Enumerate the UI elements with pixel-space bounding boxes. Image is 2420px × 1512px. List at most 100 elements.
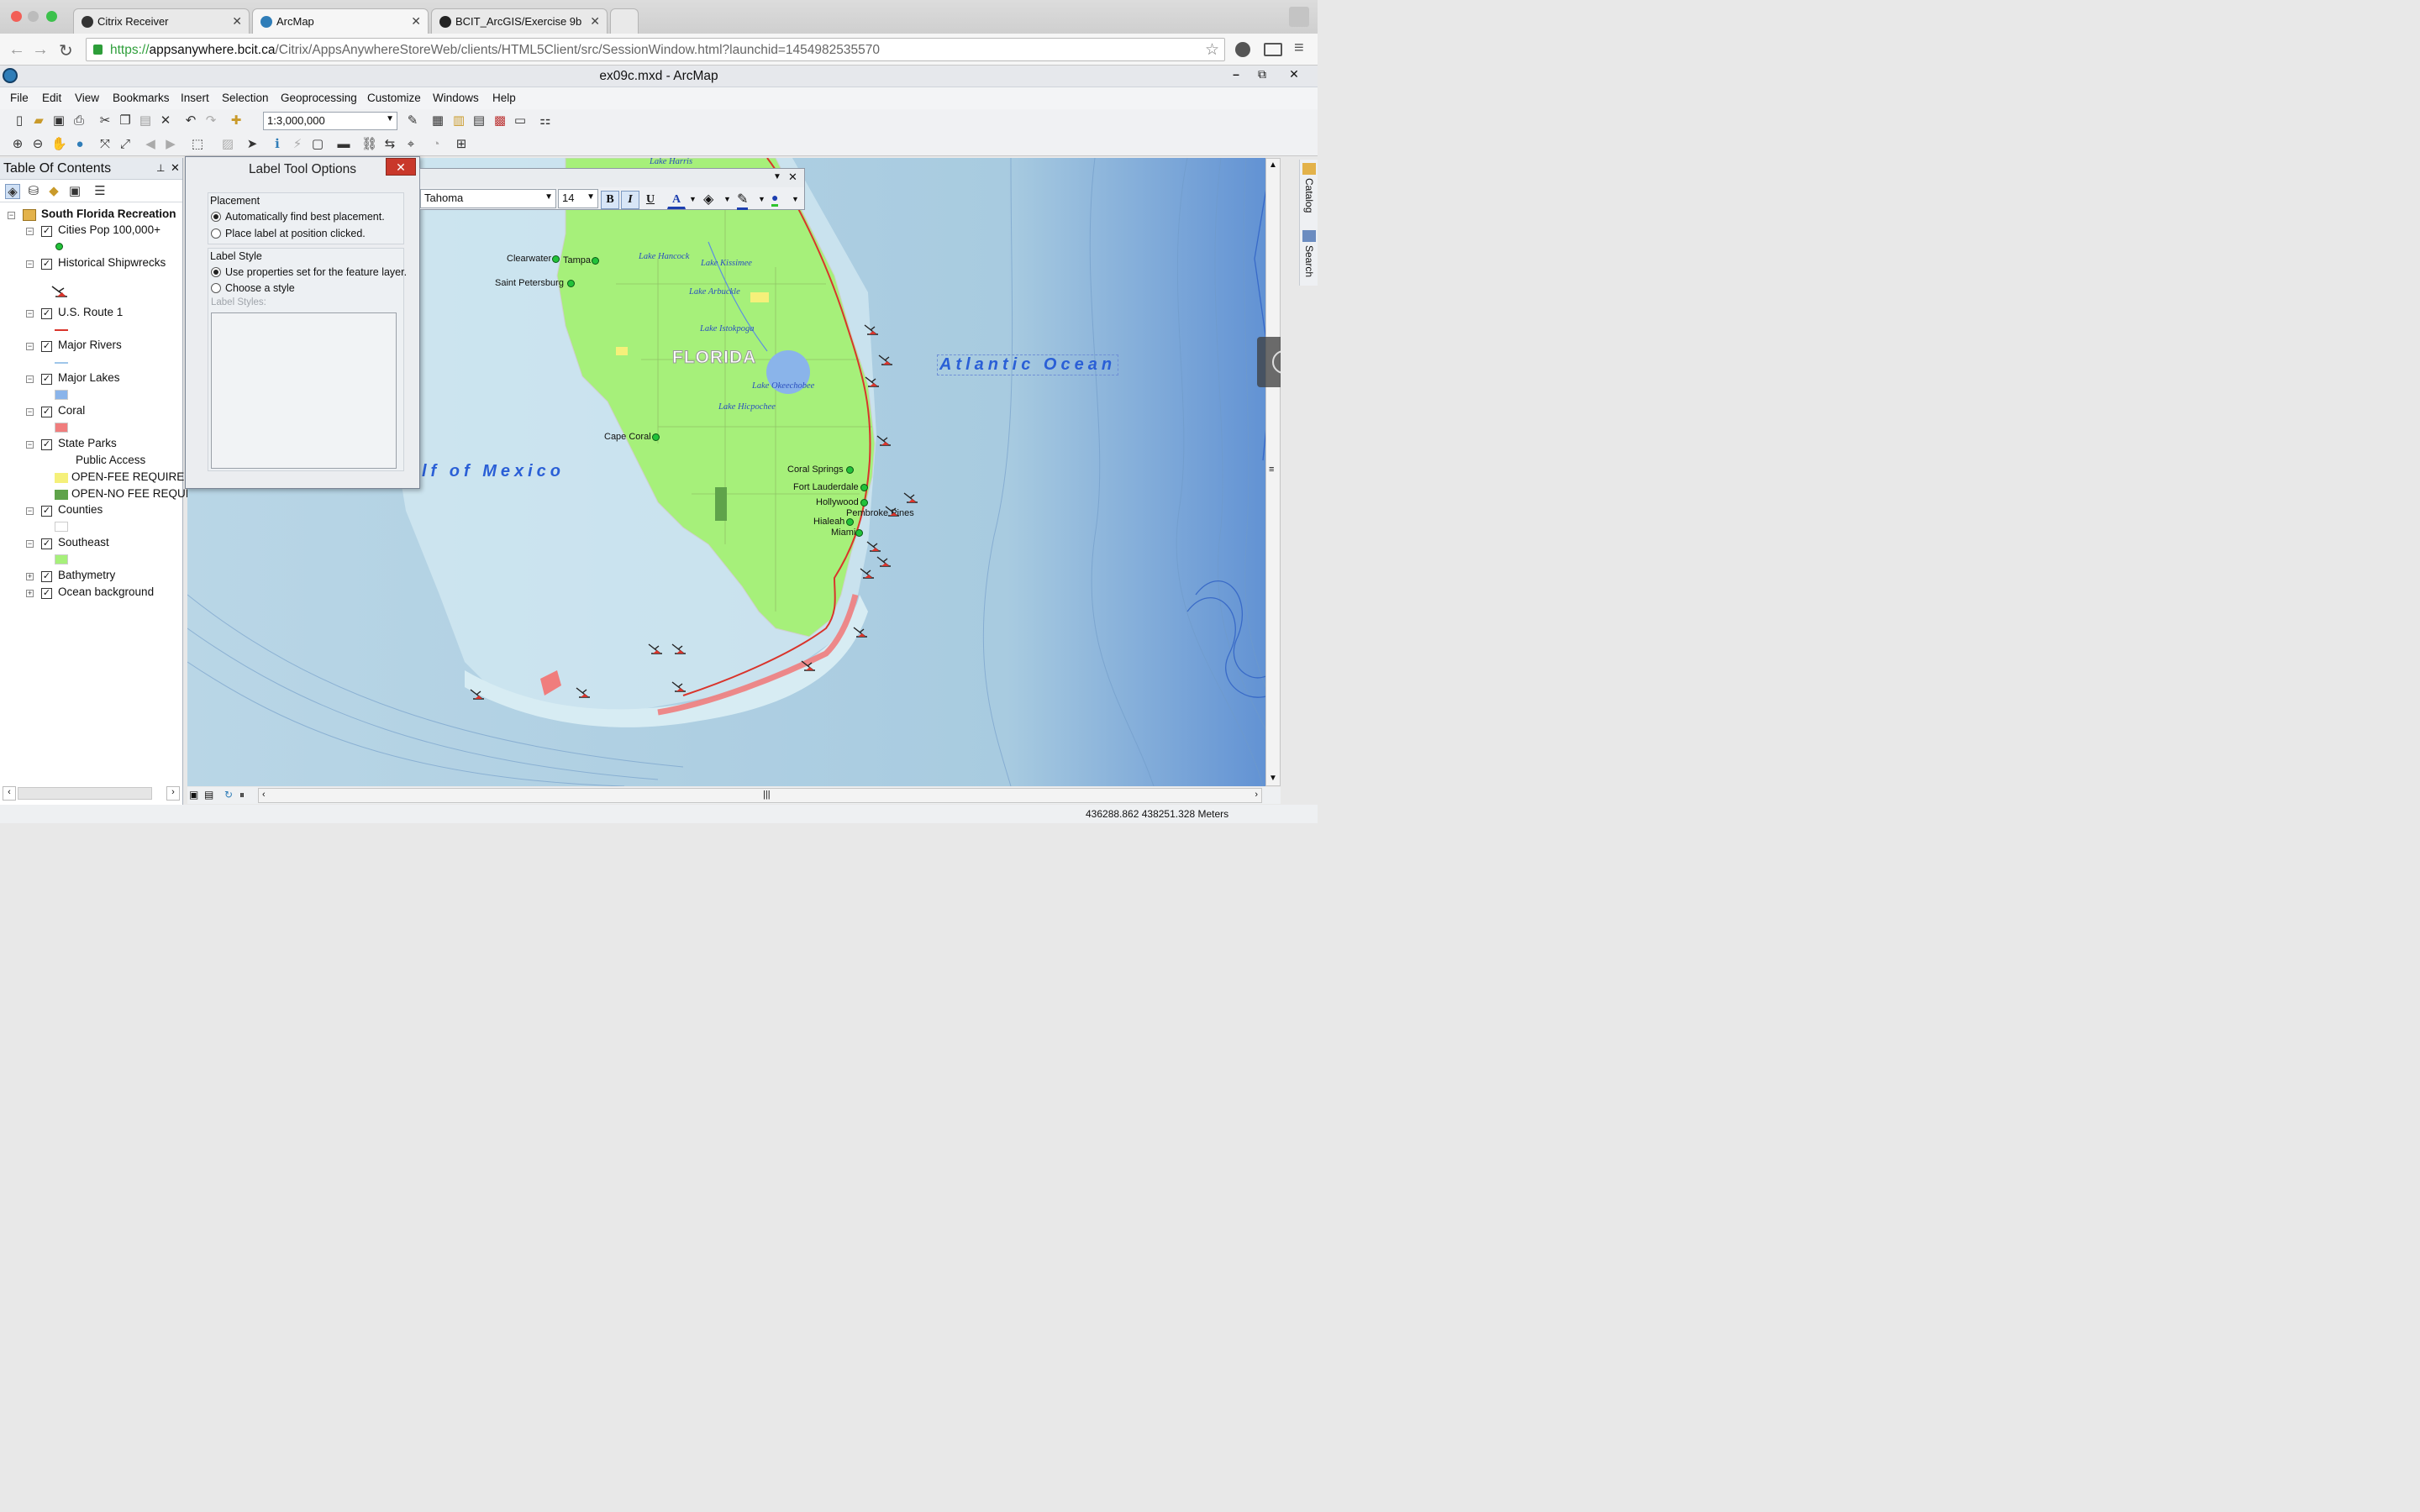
city-marker[interactable] [855, 529, 863, 537]
city-marker[interactable] [860, 499, 868, 507]
layer-visibility-checkbox[interactable]: ✓ [41, 259, 52, 270]
close-tab-icon[interactable]: ✕ [590, 14, 600, 29]
shipwreck-marker[interactable] [853, 627, 868, 638]
fill-color-icon[interactable]: ◈ [703, 191, 713, 207]
marker-color-icon[interactable]: ● [771, 191, 779, 207]
scroll-down-icon[interactable]: ▼ [1269, 774, 1277, 783]
scroll-right-icon[interactable]: › [166, 786, 180, 801]
city-marker[interactable] [592, 257, 599, 265]
menu-windows[interactable]: Windows [433, 92, 479, 104]
data-view-icon[interactable]: ▣ [189, 789, 198, 801]
list-by-source-icon[interactable]: ⛁ [26, 184, 41, 199]
menu-geoprocessing[interactable]: Geoprocessing [281, 92, 357, 104]
pan-hand-icon[interactable]: ✋ [51, 137, 67, 152]
next-extent-icon[interactable]: ▶ [163, 137, 178, 152]
shipwreck-marker[interactable] [865, 376, 880, 388]
menu-help[interactable]: Help [492, 92, 516, 104]
layer-name[interactable]: Historical Shipwrecks [58, 256, 166, 269]
model-builder-icon[interactable]: ⚏ [538, 113, 553, 129]
list-by-drawing-order-icon[interactable]: ◈ [5, 184, 20, 199]
layer-name[interactable]: Coral [58, 404, 85, 417]
data-frame-name[interactable]: South Florida Recreation [41, 207, 176, 220]
zoom-out-icon[interactable]: ⊖ [30, 137, 45, 152]
undo-icon[interactable]: ↶ [183, 113, 198, 129]
layer-visibility-checkbox[interactable]: ✓ [41, 341, 52, 352]
list-by-visibility-icon[interactable]: ◆ [46, 184, 61, 199]
map-horizontal-scrollbar[interactable]: ‹ ||| › [258, 788, 1262, 803]
menu-edit[interactable]: Edit [42, 92, 61, 104]
collapse-icon[interactable]: − [26, 507, 34, 515]
scroll-grip-icon[interactable]: ≡ [1269, 465, 1274, 475]
catalog-tab[interactable]: Catalog [1303, 178, 1315, 213]
citrix-toolbar-handle[interactable] [1257, 337, 1281, 387]
close-window-light[interactable] [11, 11, 22, 22]
arctoolbox-icon[interactable]: ▩ [492, 113, 508, 129]
restore-button[interactable]: ⧉ [1249, 67, 1275, 84]
previous-extent-icon[interactable]: ◀ [143, 137, 158, 152]
layer-name[interactable]: Cities Pop 100,000+ [58, 223, 160, 236]
reload-icon[interactable]: ↻ [59, 40, 73, 61]
chevron-down-icon[interactable]: ▼ [723, 195, 731, 203]
catalog-window-icon[interactable]: ▥ [451, 113, 466, 129]
close-tab-icon[interactable]: ✕ [232, 14, 242, 29]
shipwreck-marker[interactable] [876, 556, 892, 568]
toolbar-close-icon[interactable]: ✕ [788, 171, 797, 184]
open-folder-icon[interactable]: ▰ [31, 113, 46, 129]
choose-style-label[interactable]: Choose a style [225, 282, 295, 294]
identify-icon[interactable]: ℹ [270, 137, 285, 152]
chevron-down-icon[interactable]: ▼ [758, 195, 765, 203]
clear-selection-icon[interactable]: ▨ [220, 137, 235, 152]
minimize-window-light[interactable] [28, 11, 39, 22]
menu-bookmarks[interactable]: Bookmarks [113, 92, 170, 104]
collapse-icon[interactable]: − [26, 441, 34, 449]
menu-view[interactable]: View [75, 92, 99, 104]
measure-icon[interactable]: ▬ [336, 137, 351, 152]
city-marker[interactable] [552, 255, 560, 263]
shipwreck-marker[interactable] [860, 568, 875, 580]
add-data-icon[interactable]: ✚ [229, 113, 244, 129]
menu-customize[interactable]: Customize [367, 92, 421, 104]
print-icon[interactable]: ⎙ [71, 113, 87, 129]
select-elements-arrow-icon[interactable]: ➤ [245, 137, 260, 152]
layer-name[interactable]: Major Lakes [58, 371, 120, 384]
search-tab[interactable]: Search [1303, 245, 1315, 277]
extension-icon[interactable] [1235, 42, 1250, 57]
layer-name[interactable]: U.S. Route 1 [58, 306, 123, 318]
close-app-button[interactable]: ✕ [1276, 67, 1312, 84]
bold-button[interactable]: B [601, 191, 619, 209]
close-icon[interactable]: ✕ [171, 161, 180, 175]
collapse-icon[interactable]: − [26, 408, 34, 416]
layer-name[interactable]: Ocean background [58, 585, 154, 598]
collapse-icon[interactable]: − [26, 260, 34, 268]
scroll-right-icon[interactable]: › [1255, 790, 1258, 800]
go-to-xy-icon[interactable]: ⌖ [403, 137, 418, 152]
layer-visibility-checkbox[interactable]: ✓ [41, 506, 52, 517]
forward-arrow-icon[interactable]: → [32, 40, 49, 60]
layer-visibility-checkbox[interactable]: ✓ [41, 571, 52, 582]
tab-citrix-receiver[interactable]: Citrix Receiver ✕ [73, 8, 250, 34]
shipwreck-marker[interactable] [671, 643, 687, 655]
list-by-selection-icon[interactable]: ▣ [67, 184, 82, 199]
menu-file[interactable]: File [10, 92, 29, 104]
redo-icon[interactable]: ↷ [203, 113, 218, 129]
layer-visibility-checkbox[interactable]: ✓ [41, 439, 52, 450]
expand-icon[interactable]: + [26, 590, 34, 597]
collapse-icon[interactable]: − [26, 540, 34, 548]
shipwreck-marker[interactable] [576, 687, 591, 699]
html-popup-icon[interactable]: ▢ [310, 137, 325, 152]
zoom-window-light[interactable] [46, 11, 57, 22]
new-document-icon[interactable]: ▯ [12, 113, 27, 129]
city-marker[interactable] [846, 466, 854, 474]
scroll-left-icon[interactable]: ‹ [3, 786, 16, 801]
search-window-icon[interactable]: ▤ [471, 113, 487, 129]
fixed-zoom-in-icon[interactable]: ⤧ [97, 137, 113, 152]
font-name-combo[interactable]: Tahoma ▼ [420, 189, 556, 208]
chrome-menu-icon[interactable]: ≡ [1294, 39, 1304, 58]
pin-icon[interactable]: ⊥ [156, 162, 165, 174]
table-of-contents-window-icon[interactable]: ▦ [430, 113, 445, 129]
shipwreck-marker[interactable] [866, 541, 881, 553]
layer-visibility-checkbox[interactable]: ✓ [41, 407, 52, 417]
click-placement-radio[interactable] [211, 228, 221, 239]
profile-icon[interactable] [1289, 7, 1309, 27]
collapse-icon[interactable]: − [26, 343, 34, 350]
